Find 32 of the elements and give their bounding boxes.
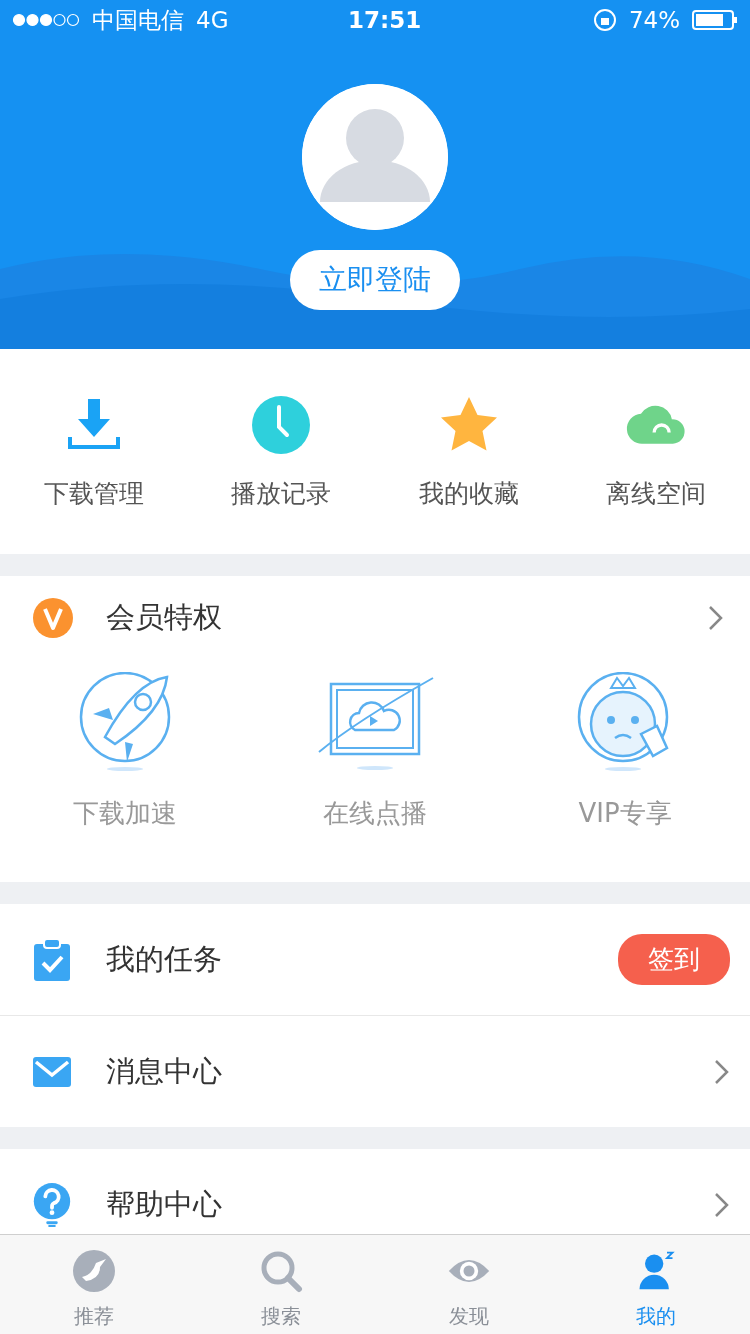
quick-action-label[interactable]: 播放记录 [231,477,332,510]
status-time: 17:51 [348,7,422,33]
vip-badge-icon [32,597,74,639]
clock-icon [251,395,312,455]
tab-item[interactable]: 发现 [375,1235,563,1334]
vip-item-label[interactable]: 在线点播 [323,796,427,831]
search-icon [259,1249,304,1293]
vip-item-label[interactable]: 下载加速 [73,796,177,831]
login-button[interactable]: 立即登陆 [290,250,460,310]
rotation-lock-icon [592,8,617,32]
quick-action-label[interactable]: 离线空间 [606,477,707,510]
chevron-right-icon[interactable] [708,605,724,631]
chevron-right-icon[interactable] [714,1058,730,1085]
tab-item[interactable]: 推荐 [0,1235,188,1334]
carrier-name: 中国电信 [92,5,184,35]
help-icon [32,1182,72,1227]
avatar-icon[interactable] [302,84,448,230]
network-type: 4G [196,7,229,33]
quick-action-label[interactable]: 下载管理 [43,477,144,510]
battery-icon [692,10,738,30]
battery-percent: 74% [628,7,680,33]
chevron-right-icon[interactable] [714,1191,730,1218]
menu-item-label[interactable]: 我的任务 [106,939,618,980]
menu-item-label[interactable]: 消息中心 [106,1051,714,1092]
quick-action-label[interactable]: 我的收藏 [418,477,519,510]
vip-item-label[interactable]: VIP专享 [578,796,672,831]
section-title[interactable]: 会员特权 [106,598,708,638]
signal-icon [12,13,80,27]
tab-item[interactable]: 搜索 [187,1235,375,1334]
tab-item[interactable]: 我的 [562,1235,750,1334]
clipboard-check-icon [32,937,72,982]
check-in-button[interactable]: 签到 [618,934,730,985]
